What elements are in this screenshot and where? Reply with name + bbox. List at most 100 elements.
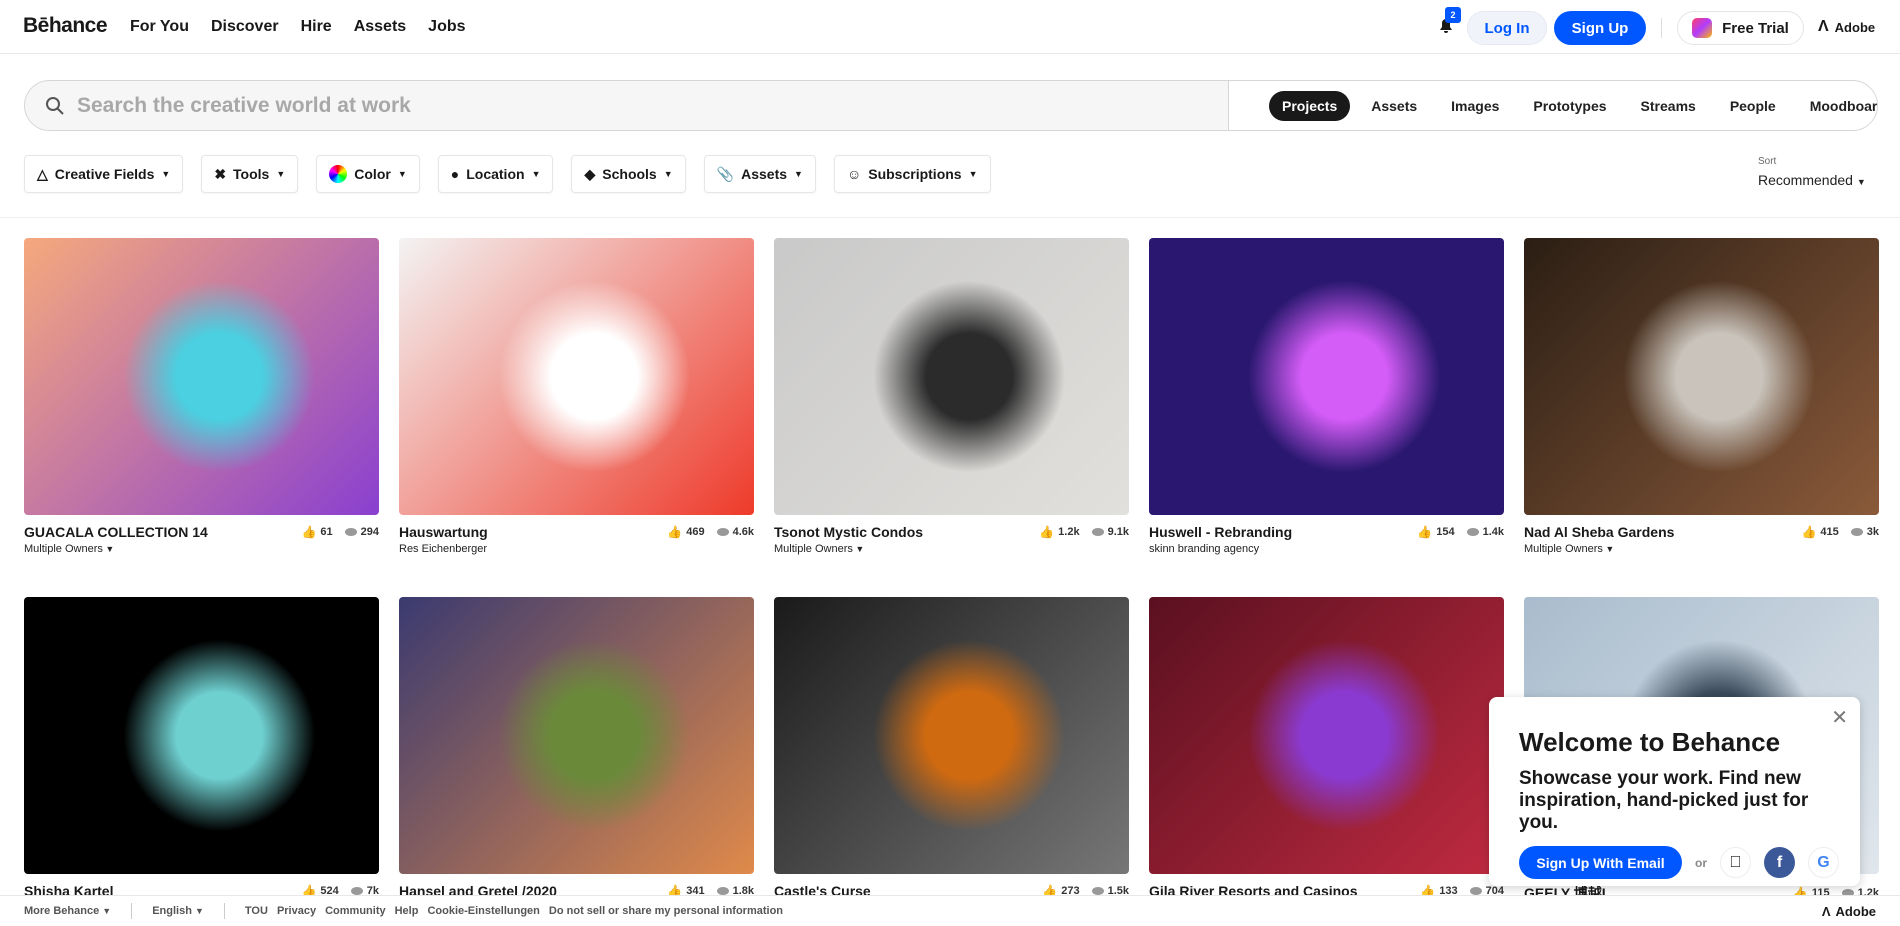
chevron-down-icon: ▼ <box>794 169 803 179</box>
chevron-down-icon: ▼ <box>102 544 115 554</box>
project-card[interactable]: Hauswartung 👍 469 4.6k Res Eichenberger <box>399 238 754 555</box>
project-title[interactable]: Nad Al Sheba Gardens <box>1524 524 1674 540</box>
project-stats: 👍 1.2k 9.1k <box>1039 524 1129 540</box>
close-icon[interactable]: ✕ <box>1831 705 1848 730</box>
footer-link[interactable]: TOU <box>245 905 268 917</box>
project-thumbnail[interactable] <box>774 597 1129 874</box>
free-trial-button[interactable]: Free Trial <box>1677 11 1804 45</box>
language-dropdown[interactable]: English ▼ <box>152 905 204 917</box>
eye-icon <box>1466 528 1479 536</box>
chevron-down-icon: ▼ <box>1602 544 1615 554</box>
footer-link[interactable]: Help <box>395 905 419 917</box>
project-card[interactable]: Castle's Curse 👍 273 1.5k <box>774 597 1129 899</box>
chevron-down-icon: ▼ <box>1856 177 1866 187</box>
nav-link-assets[interactable]: Assets <box>354 18 406 36</box>
project-card[interactable]: Shisha Kartel 👍 524 7k <box>24 597 379 899</box>
footer-link[interactable]: Do not sell or share my personal informa… <box>549 905 783 917</box>
nav-link-for-you[interactable]: For You <box>130 18 189 36</box>
behance-logo[interactable]: Bēhance <box>23 14 108 38</box>
filter-assets[interactable]: 📎 Assets ▼ <box>703 155 816 193</box>
project-card[interactable]: Nad Al Sheba Gardens 👍 415 3k Multiple Owner… <box>1524 238 1879 555</box>
project-title[interactable]: GUACALA COLLECTION 14 <box>24 524 208 540</box>
eye-icon <box>716 528 729 536</box>
popup-title: Welcome to Behance <box>1519 727 1781 757</box>
project-thumbnail[interactable] <box>399 238 754 515</box>
adobe-label: Adobe <box>1834 19 1876 35</box>
tab-assets[interactable]: Assets <box>1358 91 1430 121</box>
footer-link[interactable]: Community <box>325 905 386 917</box>
project-owner[interactable]: Multiple Owners ▼ <box>1524 543 1879 555</box>
tab-images[interactable]: Images <box>1438 91 1512 121</box>
views-value: 3k <box>1866 526 1879 538</box>
tab-moodboards[interactable]: Moodboards <box>1797 91 1877 121</box>
filter-location[interactable]: ● Location ▼ <box>437 155 554 193</box>
login-button[interactable]: Log In <box>1467 11 1547 45</box>
divider <box>223 903 225 919</box>
location-pin-icon: ● <box>450 166 460 182</box>
project-thumbnail[interactable] <box>1149 238 1504 515</box>
filter-tools[interactable]: ✖ Tools ▼ <box>201 155 299 193</box>
project-card[interactable]: Huswell - Rebranding 👍 154 1.4k skinn brandi… <box>1149 238 1504 555</box>
footer: More Behance ▼ English ▼ TOU Privacy Commu… <box>0 895 1900 926</box>
footer-adobe-logo[interactable]: Λ Adobe <box>1822 904 1876 919</box>
project-stats: 👍 415 3k <box>1801 524 1879 540</box>
project-thumbnail[interactable] <box>1524 238 1879 515</box>
project-card[interactable]: GUACALA COLLECTION 14 👍 61 294 Multiple Owne… <box>24 238 379 555</box>
footer-link[interactable]: Privacy <box>277 905 316 917</box>
signup-button[interactable]: Sign Up <box>1554 11 1646 45</box>
project-card[interactable]: Hansel and Gretel /2020 👍 341 1.8k <box>399 597 754 899</box>
tools-icon: ✖ <box>214 165 227 182</box>
nav-links: For You Discover Hire Assets Jobs <box>130 18 466 36</box>
nav-link-hire[interactable]: Hire <box>301 18 332 36</box>
project-owner[interactable]: skinn branding agency <box>1149 543 1504 555</box>
thumbs-up-icon: 👍 <box>1417 525 1433 539</box>
filter-bar: △ Creative Fields ▼ ✖ Tools ▼ Color ▼ ● Location ▼… <box>24 155 991 193</box>
footer-link[interactable]: Cookie-Einstellungen <box>427 905 539 917</box>
project-owner[interactable]: Multiple Owners ▼ <box>24 543 379 555</box>
tab-prototypes[interactable]: Prototypes <box>1520 91 1619 121</box>
creative-cloud-icon <box>1692 18 1713 38</box>
filter-creative-fields[interactable]: △ Creative Fields ▼ <box>24 155 184 193</box>
owner-name: Multiple Owners <box>774 543 853 555</box>
chevron-down-icon: ▼ <box>663 169 673 179</box>
project-thumbnail[interactable] <box>399 597 754 874</box>
nav-link-discover[interactable]: Discover <box>211 18 279 36</box>
filter-schools[interactable]: ◆ Schools ▼ <box>571 155 686 193</box>
filter-subscriptions[interactable]: ☺ Subscriptions ▼ <box>833 155 991 193</box>
more-behance-dropdown[interactable]: More Behance ▼ <box>24 905 111 917</box>
tab-people[interactable]: People <box>1717 91 1789 121</box>
search-type-tabs: Projects Assets Images Prototypes Streams Peo… <box>1228 81 1877 130</box>
project-title[interactable]: Tsonot Mystic Condos <box>774 524 923 540</box>
school-icon: ◆ <box>584 165 596 182</box>
project-thumbnail[interactable] <box>774 238 1129 515</box>
google-signin-button[interactable]: G <box>1808 847 1839 878</box>
project-owner[interactable]: Multiple Owners ▼ <box>774 543 1129 555</box>
project-thumbnail[interactable] <box>24 597 379 874</box>
sort-label: Sort <box>1758 156 1777 167</box>
filter-color[interactable]: Color ▼ <box>316 155 420 193</box>
project-title[interactable]: Huswell - Rebranding <box>1149 524 1292 540</box>
project-title[interactable]: Hauswartung <box>399 524 488 540</box>
adobe-logo-icon: Λ <box>1821 904 1831 919</box>
chevron-down-icon: ▼ <box>852 544 865 554</box>
project-card[interactable]: Gila River Resorts and Casinos 👍 133 704 <box>1149 597 1504 899</box>
project-owner[interactable]: Res Eichenberger <box>399 543 754 555</box>
project-card[interactable]: Tsonot Mystic Condos 👍 1.2k 9.1k Multiple Ow… <box>774 238 1129 555</box>
free-trial-label: Free Trial <box>1722 19 1789 37</box>
likes-value: 1.2k <box>1058 526 1080 538</box>
views-value: 1.4k <box>1482 526 1504 538</box>
creative-fields-icon: △ <box>37 165 48 182</box>
owner-name: Multiple Owners <box>24 543 103 555</box>
tab-streams[interactable]: Streams <box>1628 91 1709 121</box>
sort-dropdown[interactable]: Sort Recommended ▼ <box>1758 156 1866 188</box>
tab-projects[interactable]: Projects <box>1269 90 1351 121</box>
signup-email-button[interactable]: Sign Up With Email <box>1519 846 1682 879</box>
filter-label: Tools <box>233 166 270 182</box>
project-thumbnail[interactable] <box>24 238 379 515</box>
apple-signin-button[interactable]:  <box>1720 847 1751 878</box>
nav-link-jobs[interactable]: Jobs <box>428 18 465 36</box>
facebook-signin-button[interactable]: f <box>1764 847 1795 878</box>
search-input[interactable] <box>77 81 1227 130</box>
project-thumbnail[interactable] <box>1149 597 1504 874</box>
adobe-link[interactable]: Λ Adobe <box>1818 18 1875 36</box>
